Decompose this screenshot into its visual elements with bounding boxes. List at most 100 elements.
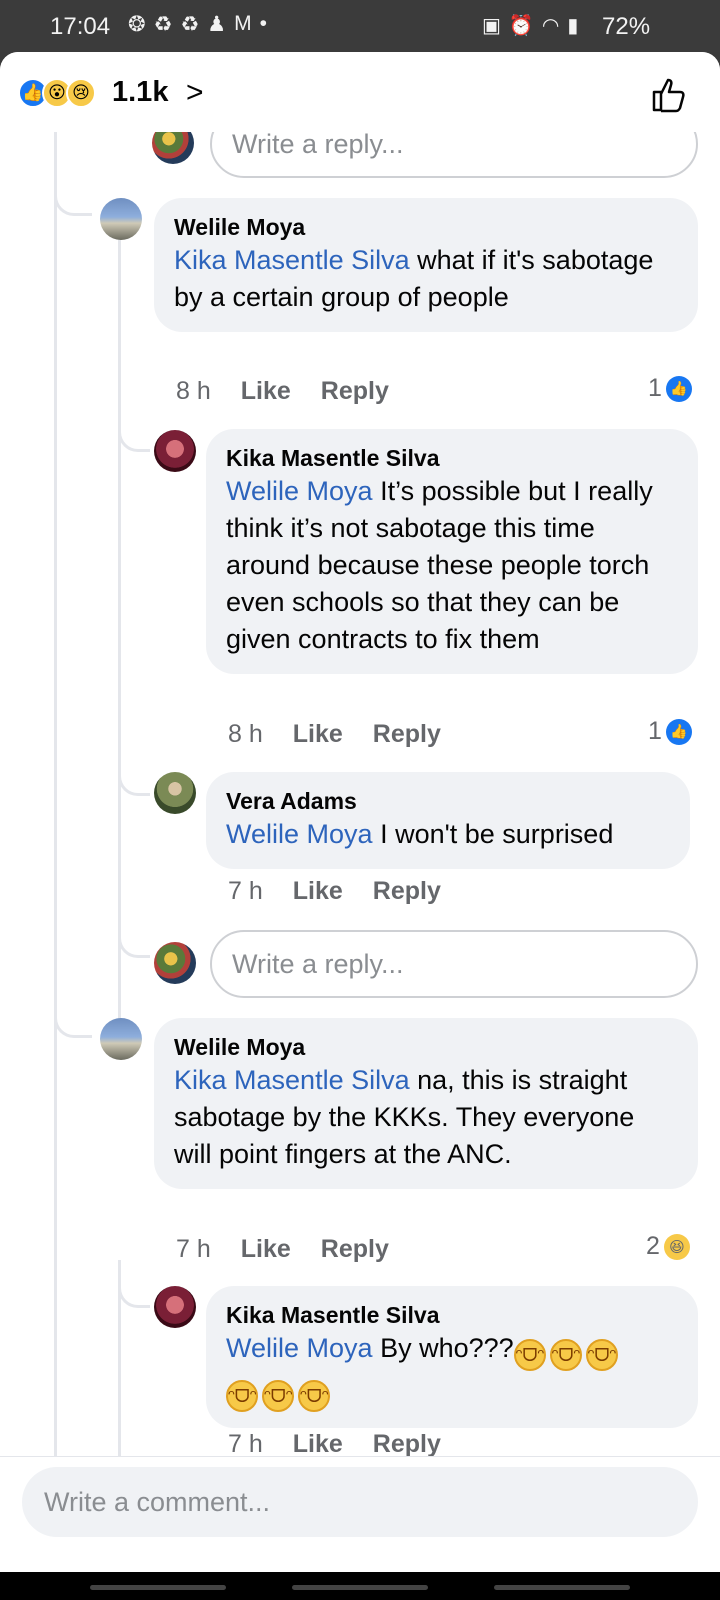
comment-body: By who???	[372, 1333, 514, 1363]
thread-line	[118, 238, 121, 1032]
like-icon: 👍	[665, 718, 692, 745]
reaction-count: 2	[646, 1232, 660, 1260]
avatar[interactable]	[154, 1286, 196, 1328]
comment-body: I won't be surprised	[372, 819, 614, 849]
comment-author[interactable]: Vera Adams	[226, 786, 670, 816]
comment-input[interactable]: Write a comment...	[22, 1467, 698, 1537]
navigation-bar	[0, 1572, 720, 1600]
reply-button[interactable]: Reply	[373, 720, 441, 749]
comment-reactions[interactable]: 2 😆	[646, 1232, 690, 1261]
comment-text: Welile Moya It’s possible but I really t…	[226, 473, 678, 658]
thread-connector	[118, 1284, 150, 1308]
comment-time[interactable]: 8 h	[176, 377, 211, 406]
like-icon: 👍	[665, 375, 692, 402]
system-icons: ▣ ⏰ ◠ ▮	[482, 13, 578, 38]
laughing-emoji-icon: ᵔᗜᵔ	[262, 1380, 294, 1412]
dot-icon: •	[259, 12, 267, 35]
comment-bubble[interactable]: Vera Adams Welile Moya I won't be surpri…	[206, 772, 690, 869]
comment-author[interactable]: Welile Moya	[174, 212, 678, 242]
avatar[interactable]	[154, 772, 196, 814]
alarm-icon: ⏰	[508, 15, 534, 37]
haha-icon: 😆	[663, 1233, 690, 1260]
avatar[interactable]	[154, 430, 196, 472]
comment-bubble[interactable]: Kika Masentle Silva Welile Moya It’s pos…	[206, 429, 698, 674]
like-button[interactable]: Like	[241, 377, 291, 406]
comment-time[interactable]: 8 h	[228, 720, 263, 749]
lock-icon: ▣	[482, 15, 501, 37]
chevron-right-icon[interactable]: >	[186, 76, 204, 110]
thread-connector	[54, 192, 92, 216]
reply-input[interactable]: Write a reply...	[210, 930, 698, 998]
comment-time[interactable]: 7 h	[228, 1430, 263, 1459]
comment-actions: 7 h Like Reply	[228, 1430, 441, 1459]
sync-icon: ♻	[153, 13, 173, 36]
like-button[interactable]: Like	[293, 720, 343, 749]
comment-actions: 7 h Like Reply	[176, 1235, 389, 1264]
thread-connector	[118, 772, 150, 796]
like-button[interactable]: Like	[293, 877, 343, 906]
back-button[interactable]	[494, 1585, 630, 1590]
comment-text: Kika Masentle Silva na, this is straight…	[174, 1062, 678, 1173]
mention-link[interactable]: Welile Moya	[226, 819, 373, 849]
sync-icon: ♻	[180, 13, 200, 36]
comment-actions: 8 h Like Reply	[176, 377, 389, 406]
reaction-count[interactable]: 1.1k	[112, 76, 168, 109]
signal-icon: ▮	[567, 15, 579, 37]
reaction-count: 1	[648, 717, 662, 745]
sad-icon: 😢	[66, 78, 96, 108]
thread-line	[54, 132, 57, 1456]
avatar[interactable]	[100, 198, 142, 240]
laughing-emoji-icon: ᵔᗜᵔ	[585, 1339, 618, 1371]
laughing-emoji-icon: ᵔᗜᵔ	[298, 1380, 330, 1412]
mention-link[interactable]: Welile Moya	[226, 1333, 373, 1363]
comment-reactions[interactable]: 1 👍	[648, 717, 692, 746]
reply-button[interactable]: Reply	[321, 377, 389, 406]
like-button[interactable]: Like	[241, 1235, 291, 1264]
reaction-count: 1	[648, 374, 662, 402]
status-bar: 17:04 ❂ ♻ ♻ ♟ M • ▣ ⏰ ◠ ▮ 72%	[0, 0, 720, 52]
comment-reactions[interactable]: 1 👍	[648, 374, 692, 403]
reply-button[interactable]: Reply	[373, 877, 441, 906]
comment-bubble[interactable]: Welile Moya Kika Masentle Silva what if …	[154, 198, 698, 332]
comment-actions: 7 h Like Reply	[228, 877, 441, 906]
thread-connector	[54, 1014, 92, 1038]
thread-connector	[118, 428, 150, 452]
mention-link[interactable]: Kika Masentle Silva	[174, 1065, 410, 1095]
person-icon: ♟	[207, 13, 227, 36]
gmail-icon: M	[234, 12, 252, 35]
reactions-header: 👍 😮 😢 1.1k >	[0, 52, 720, 132]
notification-icons: ❂ ♻ ♻ ♟ M •	[128, 12, 267, 37]
laughing-emoji-icon: ᵔᗜᵔ	[226, 1380, 258, 1412]
mention-link[interactable]: Kika Masentle Silva	[174, 245, 410, 275]
comment-author[interactable]: Kika Masentle Silva	[226, 443, 678, 473]
comment-composer: Write a comment...	[0, 1456, 720, 1572]
reply-button[interactable]: Reply	[373, 1430, 441, 1459]
wifi-icon: ◠	[541, 15, 560, 37]
laughing-emoji-icon: ᵔᗜᵔ	[513, 1339, 546, 1371]
comment-time[interactable]: 7 h	[176, 1235, 211, 1264]
home-button[interactable]	[292, 1585, 428, 1590]
comment-text: Kika Masentle Silva what if it's sabotag…	[174, 242, 678, 316]
laughing-emoji-icon: ᵔᗜᵔ	[549, 1339, 582, 1371]
notification-icon: ❂	[128, 13, 146, 36]
reaction-summary[interactable]: 👍 😮 😢	[18, 78, 96, 108]
comment-bubble[interactable]: Kika Masentle Silva Welile Moya By who??…	[206, 1286, 698, 1428]
comment-actions: 8 h Like Reply	[228, 720, 441, 749]
comment-bubble[interactable]: Welile Moya Kika Masentle Silva na, this…	[154, 1018, 698, 1189]
thread-connector	[118, 934, 150, 958]
comment-time[interactable]: 7 h	[228, 877, 263, 906]
mention-link[interactable]: Welile Moya	[226, 476, 373, 506]
comments-sheet: 👍 😮 😢 1.1k > Write a reply... Welile Moy…	[0, 52, 720, 1572]
avatar[interactable]	[100, 1018, 142, 1060]
status-time: 17:04	[50, 13, 111, 40]
like-button[interactable]: Like	[293, 1430, 343, 1459]
avatar[interactable]	[154, 942, 196, 984]
comment-text: Welile Moya I won't be surprised	[226, 816, 670, 853]
comment-author[interactable]: Welile Moya	[174, 1032, 678, 1062]
reply-button[interactable]: Reply	[321, 1235, 389, 1264]
recents-button[interactable]	[90, 1585, 226, 1590]
battery-level: 72%	[602, 13, 651, 40]
thumbs-up-icon[interactable]	[648, 74, 688, 114]
comment-author[interactable]: Kika Masentle Silva	[226, 1300, 678, 1330]
comment-text: Welile Moya By who??? ᵔᗜᵔ ᵔᗜᵔ ᵔᗜᵔ ᵔᗜᵔ ᵔᗜᵔ ᵔᗜᵔ	[226, 1330, 678, 1412]
